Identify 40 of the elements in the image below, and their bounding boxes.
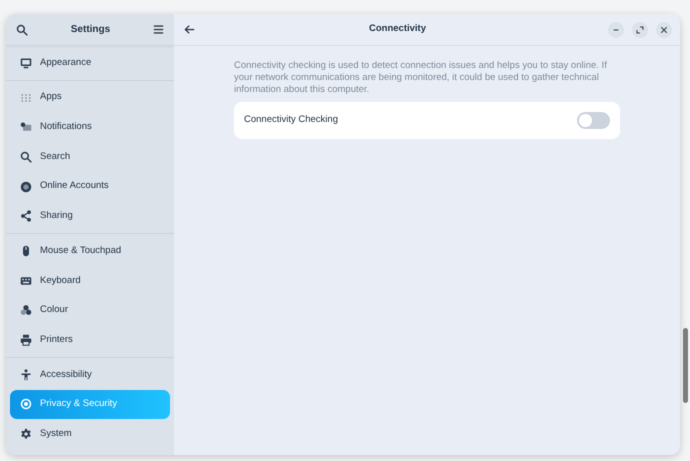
gear-icon bbox=[20, 428, 32, 440]
monitor-icon bbox=[20, 56, 32, 69]
sidebar-item[interactable]: Appearance bbox=[10, 48, 170, 78]
sidebar-item[interactable]: Accessibility bbox=[10, 360, 170, 390]
back-button[interactable] bbox=[184, 24, 195, 35]
sidebar-item[interactable]: Sharing bbox=[10, 201, 170, 232]
toggle-switch[interactable] bbox=[577, 112, 610, 129]
sidebar-item[interactable]: Notifications bbox=[10, 112, 170, 142]
menu-button[interactable] bbox=[152, 24, 164, 35]
mouse-icon bbox=[20, 244, 32, 257]
search-icon bbox=[20, 150, 32, 163]
keyboard-icon bbox=[20, 274, 32, 287]
scrollbar-thumb[interactable] bbox=[683, 328, 688, 403]
sidebar-item[interactable]: Mouse & Touchpad bbox=[10, 236, 170, 266]
sidebar-item[interactable]: Search bbox=[10, 142, 170, 172]
close-button[interactable] bbox=[656, 22, 672, 38]
maximize-icon bbox=[636, 26, 644, 34]
sidebar-item[interactable]: System bbox=[10, 419, 170, 449]
sidebar-item[interactable]: Keyboard bbox=[10, 266, 170, 296]
sidebar-item[interactable]: Printers bbox=[10, 325, 170, 355]
grid-icon bbox=[20, 92, 32, 104]
page-title: Connectivity bbox=[368, 22, 427, 36]
search-button[interactable] bbox=[16, 24, 28, 36]
share-icon bbox=[20, 210, 32, 222]
close-icon bbox=[660, 26, 668, 34]
color-circles-icon bbox=[20, 304, 32, 316]
person-icon bbox=[20, 368, 32, 381]
sidebar-item[interactable]: Online Accounts bbox=[10, 172, 170, 202]
sidebar-item[interactable]: Colour bbox=[10, 296, 170, 326]
sidebar-item[interactable]: Apps bbox=[10, 82, 170, 112]
maximize-button[interactable] bbox=[632, 22, 648, 38]
sidebar-title: Settings bbox=[70, 23, 110, 37]
menu-icon bbox=[152, 24, 164, 35]
circle-icon bbox=[20, 180, 32, 193]
setting-label: Connectivity Checking bbox=[244, 113, 338, 128]
back-arrow-icon bbox=[184, 24, 195, 35]
printer-icon bbox=[20, 334, 32, 346]
search-icon bbox=[16, 24, 28, 36]
description-text: Connectivity checking is used to detect connection issues and helps you to stay online. If your network communications are being monitored, it could be used to gather technical information about this computer. bbox=[234, 60, 608, 96]
target-icon bbox=[20, 398, 32, 410]
